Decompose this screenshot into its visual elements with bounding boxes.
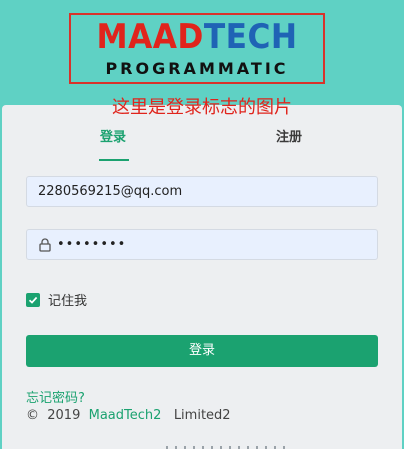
- login-button[interactable]: 登录: [26, 335, 378, 367]
- tab-login[interactable]: 登录: [100, 129, 126, 147]
- company-suffix: Limited2: [161, 408, 231, 423]
- username-value: 2280569215@qq.com: [38, 184, 183, 199]
- footer-copyright: © 2019 MaadTech2 Limited2: [26, 408, 231, 423]
- lock-icon: [39, 238, 51, 252]
- forgot-password-link[interactable]: 忘记密码?: [26, 387, 85, 406]
- active-tab-indicator: [99, 159, 129, 161]
- password-value: ••••••••: [57, 237, 127, 252]
- password-field[interactable]: ••••••••: [26, 229, 378, 260]
- logo-subtitle: PROGRAMMATIC: [105, 59, 289, 78]
- remember-me[interactable]: 记住我: [26, 290, 87, 309]
- login-card: 登录 注册 2280569215@qq.com •••••••• 记住我 登录 …: [2, 105, 402, 449]
- username-field[interactable]: 2280569215@qq.com: [26, 176, 378, 207]
- logo-wordmark: MAADTECH: [81, 18, 313, 56]
- logo-word-maad: MAAD: [96, 17, 204, 57]
- logo-word-tech: TECH: [203, 17, 298, 57]
- copyright-text: © 2019: [26, 408, 89, 423]
- company-link[interactable]: MaadTech2: [89, 408, 162, 423]
- remember-label: 记住我: [48, 294, 88, 309]
- brand-logo: MAADTECH PROGRAMMATIC: [69, 13, 325, 84]
- logo-placeholder-note: 这里是登录标志的图片: [112, 97, 292, 118]
- tab-register[interactable]: 注册: [276, 129, 302, 147]
- remember-checkbox[interactable]: [26, 292, 40, 307]
- checkmark-icon: [28, 296, 38, 304]
